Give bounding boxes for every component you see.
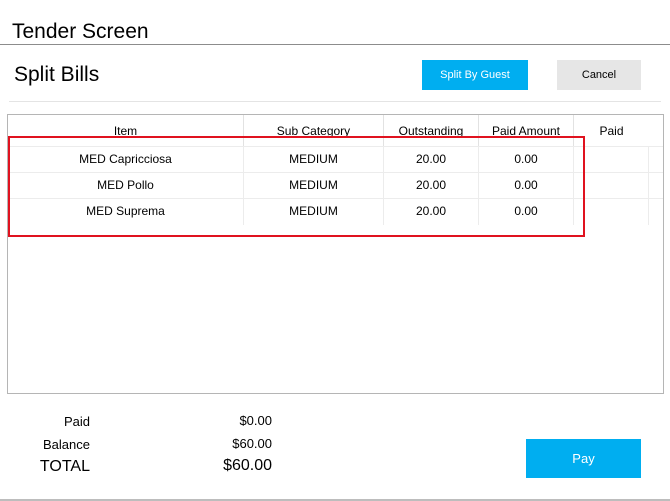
items-grid: Item Sub Category Outstanding Paid Amoun… — [7, 114, 664, 394]
sub-category-cell: MEDIUM — [244, 173, 384, 199]
table-row[interactable]: MED Capricciosa MEDIUM 20.00 0.00 — [8, 146, 663, 173]
balance-label: Balance — [43, 437, 90, 452]
total-label: TOTAL — [39, 458, 90, 475]
cancel-button[interactable]: Cancel — [557, 60, 641, 90]
paid-cell[interactable] — [574, 147, 649, 173]
outstanding-cell: 20.00 — [384, 199, 479, 225]
split-by-guest-button[interactable]: Split By Guest — [422, 60, 528, 90]
paid-amount-cell[interactable]: 0.00 — [479, 147, 574, 173]
column-header-paid[interactable]: Paid — [574, 115, 649, 146]
column-header-paid-amount[interactable]: Paid Amount — [479, 115, 574, 146]
grid-header: Item Sub Category Outstanding Paid Amoun… — [8, 115, 663, 146]
outstanding-cell: 20.00 — [384, 173, 479, 199]
balance-value: $60.00 — [232, 436, 272, 451]
total-value: $60.00 — [223, 457, 272, 474]
table-row[interactable]: MED Pollo MEDIUM 20.00 0.00 — [8, 172, 663, 199]
paid-amount-cell[interactable]: 0.00 — [479, 173, 574, 199]
pay-button[interactable]: Pay — [526, 439, 641, 478]
column-header-sub-category[interactable]: Sub Category — [244, 115, 384, 146]
header-divider — [9, 101, 661, 102]
item-cell: MED Capricciosa — [8, 147, 244, 173]
item-cell: MED Suprema — [8, 199, 244, 225]
sub-category-cell: MEDIUM — [244, 147, 384, 173]
paid-amount-cell[interactable]: 0.00 — [479, 199, 574, 225]
paid-cell[interactable] — [574, 199, 649, 225]
table-row[interactable]: MED Suprema MEDIUM 20.00 0.00 — [8, 198, 663, 225]
window-title: Tender Screen — [12, 20, 149, 43]
paid-value: $0.00 — [239, 413, 272, 428]
page-title: Split Bills — [14, 63, 100, 86]
outstanding-cell: 20.00 — [384, 147, 479, 173]
column-header-item[interactable]: Item — [8, 115, 244, 146]
title-divider — [0, 44, 670, 45]
paid-label: Paid — [63, 414, 90, 429]
paid-cell[interactable] — [574, 173, 649, 199]
column-header-outstanding[interactable]: Outstanding — [384, 115, 479, 146]
item-cell: MED Pollo — [8, 173, 244, 199]
sub-category-cell: MEDIUM — [244, 199, 384, 225]
